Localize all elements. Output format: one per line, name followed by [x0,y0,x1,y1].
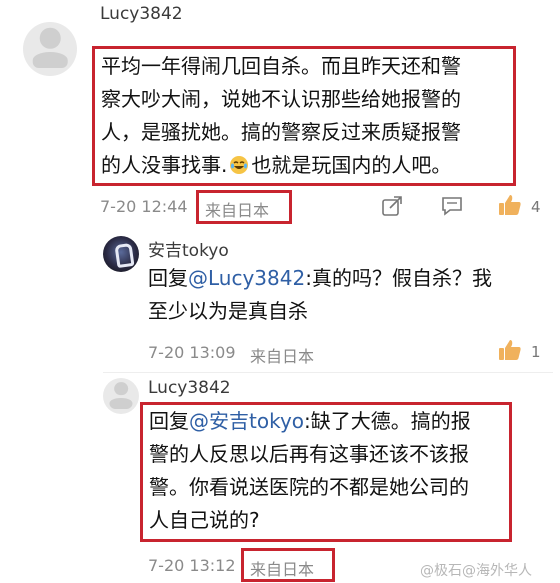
username[interactable]: Lucy3842 [148,378,231,398]
watermark: @极石@海外华人 [420,563,532,579]
comment-line: 人，是骚扰她。搞的警察反过来质疑报警 [101,120,461,144]
mention-link[interactable]: @Lucy3842 [188,266,305,290]
reply-line: 回复@安吉tokyo:缺了大德。搞的报 [149,409,471,433]
reply-line: 人自己说的? [149,508,260,532]
reply-line: 警。你看说送医院的不都是她公司的 [149,475,469,499]
reply-text: 回复@安吉tokyo:缺了大德。搞的报 警的人反思以后再有这事还该不该报 警。你… [149,405,509,537]
comment-line: 察大吵大闹，说她不认识那些给她报警的 [101,87,461,111]
comment-line: 的人没事找事. 也就是玩国内的人吧。 [101,153,452,177]
divider [103,372,553,373]
mention-link[interactable]: @安吉tokyo [189,409,304,433]
username[interactable]: 安吉tokyo [148,236,229,261]
avatar[interactable] [103,378,139,414]
location-tag: 来自日本 [250,560,315,579]
location-tag: 来自日本 [205,201,270,220]
username[interactable]: Lucy3842 [100,4,183,24]
reply-time: 7-20 13:09 [148,343,236,362]
avatar[interactable] [23,22,77,76]
thumb-up-icon[interactable] [497,337,523,363]
location-tag: 来自日本 [250,347,315,366]
like-count: 4 [531,198,541,216]
comment-line: 平均一年得闹几回自杀。而且昨天还和警 [101,54,461,78]
avatar[interactable] [103,236,139,272]
reply-line: 警的人反思以后再有这事还该不该报 [149,442,469,466]
like-count: 1 [531,343,541,361]
share-icon[interactable] [381,195,403,217]
reply-line: 回复@Lucy3842:真的吗？假自杀？我 [148,266,492,290]
thumb-up-icon[interactable] [497,192,523,218]
comment-time: 7-20 12:44 [100,197,188,216]
comment-text: 平均一年得闹几回自杀。而且昨天还和警 察大吵大闹，说她不认识那些给她报警的 人，… [101,50,511,182]
comment-icon[interactable] [441,195,463,217]
reply-line: 至少以为是真自杀 [148,299,308,323]
laugh-cry-emoji [230,156,249,174]
reply-text: 回复@Lucy3842:真的吗？假自杀？我 至少以为是真自杀 [148,262,548,328]
reply-time: 7-20 13:12 [148,556,236,575]
